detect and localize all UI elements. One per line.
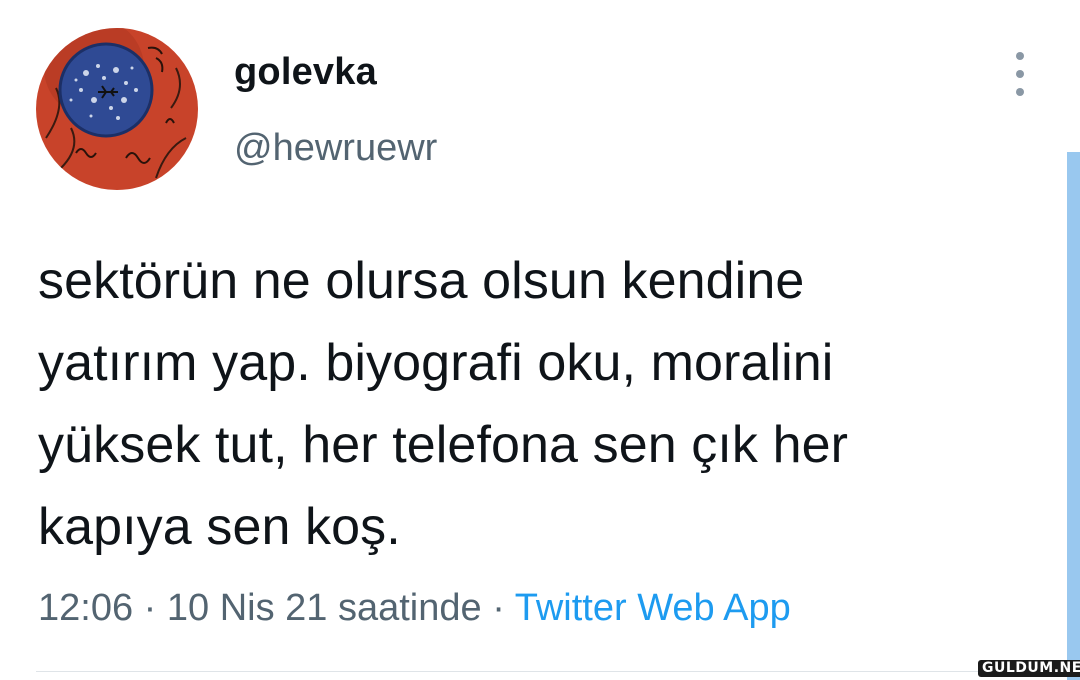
tweet-source-link[interactable]: Twitter Web App xyxy=(515,587,791,629)
tweet-meta: 12:06 · 10 Nis 21 saatinde · Twitter Web… xyxy=(38,586,791,632)
scrollbar[interactable] xyxy=(1067,152,1080,680)
tweet-date-suffix: saatinde xyxy=(337,587,482,629)
tweet-date[interactable]: 10 Nis 21 xyxy=(167,587,328,629)
more-options-icon[interactable] xyxy=(1000,52,1040,96)
avatar-art-icon xyxy=(36,28,198,190)
dot xyxy=(1016,88,1024,96)
display-name[interactable]: golevka xyxy=(234,50,377,96)
dot xyxy=(1016,70,1024,78)
watermark: GULDUM.NET xyxy=(978,660,1080,677)
meta-separator: · xyxy=(143,587,157,629)
user-handle[interactable]: @hewruewr xyxy=(234,126,437,172)
meta-separator: · xyxy=(492,587,505,629)
avatar[interactable] xyxy=(36,28,198,190)
tweet-text: sektörün ne olursa olsun kendine yatırım… xyxy=(38,252,849,556)
tweet-time[interactable]: 12:06 xyxy=(38,587,133,629)
divider xyxy=(36,671,1046,672)
dot xyxy=(1016,52,1024,60)
